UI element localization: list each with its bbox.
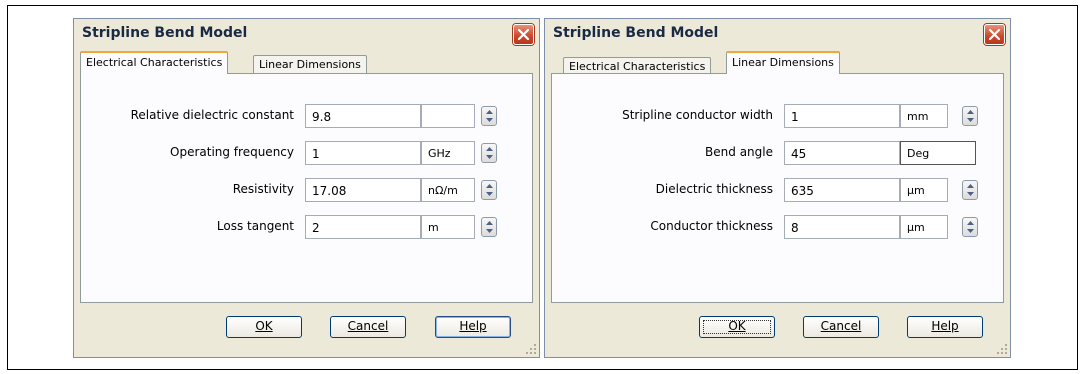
up-down-arrows-icon (967, 221, 974, 233)
row-loss-tangent: Loss tangent 2 m (81, 215, 532, 239)
conductor-width-unit[interactable]: mm (900, 104, 948, 128)
spinner-button[interactable] (962, 106, 978, 126)
help-button[interactable]: Help (907, 316, 983, 338)
titlebar: Stripline Bend Model (545, 19, 1010, 48)
operating-frequency-unit[interactable]: GHz (421, 141, 475, 165)
dialog-electrical: Stripline Bend Model Electrical Characte… (73, 18, 540, 358)
dielectric-thickness-input[interactable]: 635 (784, 178, 900, 202)
field-label: Operating frequency (170, 145, 294, 159)
bend-angle-input[interactable]: 45 (784, 141, 900, 165)
loss-tangent-input[interactable]: 2 (305, 215, 421, 239)
spinner-button[interactable] (481, 180, 497, 200)
up-down-arrows-icon (486, 221, 493, 233)
field-label: Dielectric thickness (655, 182, 773, 196)
dialog-title: Stripline Bend Model (553, 25, 719, 41)
dialog-linear-dimensions: Stripline Bend Model Electrical Characte… (544, 18, 1011, 358)
row-resistivity: Resistivity 17.08 nΩ/m (81, 178, 532, 202)
cancel-button[interactable]: Cancel (330, 316, 406, 338)
field-label: Resistivity (232, 182, 294, 196)
titlebar: Stripline Bend Model (74, 19, 539, 48)
dialog-title: Stripline Bend Model (82, 25, 248, 41)
row-stripline-conductor-width: Stripline conductor width 1 mm (552, 104, 1003, 128)
row-bend-angle: Bend angle 45 Deg (552, 141, 1003, 165)
spinner-button[interactable] (481, 106, 497, 126)
tab-linear-dimensions[interactable]: Linear Dimensions (253, 55, 367, 74)
conductor-width-input[interactable]: 1 (784, 104, 900, 128)
field-label: Loss tangent (216, 219, 294, 233)
ok-button[interactable]: OK (226, 316, 302, 338)
spinner-button[interactable] (481, 143, 497, 163)
operating-frequency-input[interactable]: 1 (305, 141, 421, 165)
field-label: Relative dielectric constant (130, 108, 294, 122)
spinner-button[interactable] (962, 217, 978, 237)
up-down-arrows-icon (486, 147, 493, 159)
up-down-arrows-icon (967, 110, 974, 122)
row-operating-frequency: Operating frequency 1 GHz (81, 141, 532, 165)
close-icon (517, 28, 530, 41)
tab-panel: Stripline conductor width 1 mm Bend angl… (551, 73, 1004, 303)
spinner-button[interactable] (481, 217, 497, 237)
tab-electrical-characteristics[interactable]: Electrical Characteristics (80, 51, 229, 74)
close-icon (988, 28, 1001, 41)
resize-grip-icon[interactable] (526, 344, 537, 355)
row-conductor-thickness: Conductor thickness 8 µm (552, 215, 1003, 239)
field-label: Bend angle (705, 145, 773, 159)
up-down-arrows-icon (486, 184, 493, 196)
up-down-arrows-icon (967, 184, 974, 196)
bend-angle-unit[interactable]: Deg (900, 141, 976, 165)
dielectric-thickness-unit[interactable]: µm (900, 178, 948, 202)
ok-button[interactable]: OK (699, 316, 775, 338)
resize-grip-icon[interactable] (997, 344, 1008, 355)
resistivity-input[interactable]: 17.08 (305, 178, 421, 202)
loss-tangent-unit[interactable]: m (421, 215, 475, 239)
row-dielectric-thickness: Dielectric thickness 635 µm (552, 178, 1003, 202)
field-label: Conductor thickness (650, 219, 773, 233)
resistivity-unit[interactable]: nΩ/m (421, 178, 475, 202)
dielectric-constant-unit[interactable] (421, 104, 475, 128)
close-button[interactable] (984, 24, 1005, 45)
field-label: Stripline conductor width (622, 108, 773, 122)
row-relative-dielectric-constant: Relative dielectric constant 9.8 (81, 104, 532, 128)
cancel-button[interactable]: Cancel (803, 316, 879, 338)
tab-linear-dimensions[interactable]: Linear Dimensions (726, 51, 840, 74)
dielectric-constant-input[interactable]: 9.8 (305, 104, 421, 128)
up-down-arrows-icon (486, 110, 493, 122)
close-button[interactable] (513, 24, 534, 45)
conductor-thickness-unit[interactable]: µm (900, 215, 948, 239)
help-button[interactable]: Help (435, 316, 511, 338)
conductor-thickness-input[interactable]: 8 (784, 215, 900, 239)
tab-panel: Relative dielectric constant 9.8 Operati… (80, 73, 533, 303)
spinner-button[interactable] (962, 180, 978, 200)
